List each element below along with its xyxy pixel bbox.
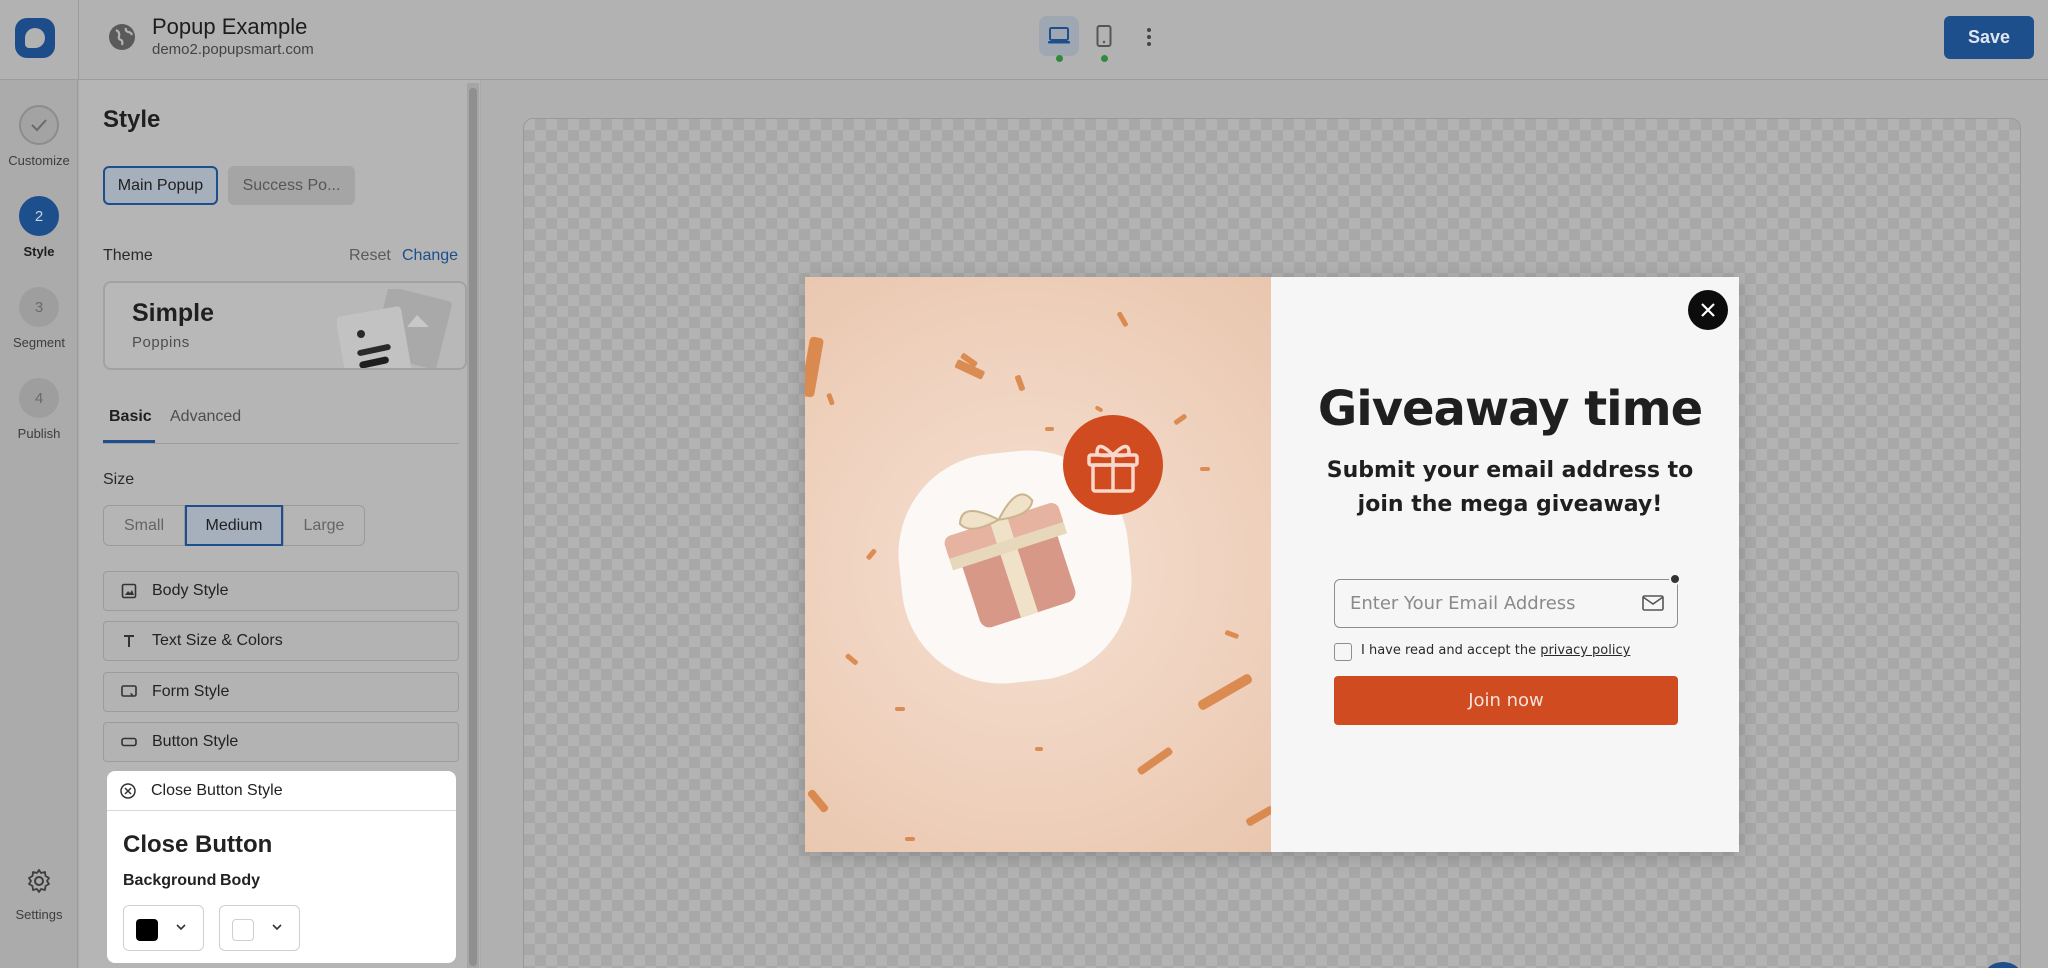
section-label: Text Size & Colors [152,632,283,649]
panel-title: Style [103,106,161,133]
step-style[interactable]: 2 Style [0,196,78,259]
theme-change-link[interactable]: Change [402,247,458,265]
join-now-button[interactable]: Join now [1334,676,1678,725]
chevron-down-icon [176,924,186,931]
more-vertical-icon [1147,28,1151,46]
desktop-view-button[interactable] [1039,16,1079,62]
divider [78,0,79,80]
popup-image [805,277,1271,852]
required-indicator [1669,573,1681,585]
background-color-picker[interactable] [123,905,204,951]
tab-main-popup[interactable]: Main Popup [103,166,218,205]
subheadline-line: Submit your email address to [1326,458,1694,483]
save-button[interactable]: Save [1944,16,2034,59]
desktop-status-dot [1056,55,1063,62]
close-icon [1701,303,1715,317]
step-number: 3 [19,287,59,327]
consent-label: I have read and accept the privacy polic… [1361,643,1630,658]
globe-icon [109,24,135,50]
site-url: demo2.popupsmart.com [152,41,314,58]
form-icon [120,683,138,701]
mail-icon [1642,595,1664,611]
step-done-circle [19,105,59,145]
section-label: Close Button Style [151,781,283,799]
close-circle-icon [119,782,137,800]
body-color-picker[interactable] [219,905,300,951]
section-label: Button Style [152,733,239,750]
theme-label: Theme [103,247,153,264]
chevron-down-icon [272,924,282,931]
email-field[interactable] [1334,579,1678,628]
gear-icon [28,869,50,893]
mobile-icon [1096,25,1112,47]
panel-scroll-thumb[interactable] [469,88,477,966]
image-icon [120,582,138,600]
mobile-view-button[interactable] [1084,16,1124,62]
step-number: 4 [19,378,59,418]
section-label: Form Style [152,683,230,700]
body-style-section[interactable]: Body Style [103,571,459,611]
button-icon [120,733,138,751]
steps-rail: Customize 2 Style 3 Segment 4 Publish Se… [0,80,78,968]
more-options-button[interactable] [1137,20,1161,54]
checkmark-icon [31,119,47,132]
form-style-section[interactable]: Form Style [103,672,459,712]
consent-text: I have read and accept the [1361,643,1541,658]
step-number: 2 [19,196,59,236]
gift-illustration [805,311,1271,841]
settings-button[interactable]: Settings [0,868,78,922]
size-medium-option[interactable]: Medium [185,505,283,546]
size-small-option[interactable]: Small [103,505,185,546]
settings-label: Settings [15,907,63,922]
theme-preview-thumbnail [337,289,452,368]
close-button-style-section: Close Button Style Close Button Backgrou… [107,771,456,963]
step-label: Segment [12,335,66,350]
step-label: Customize [8,153,70,168]
top-bar: Popup Example demo2.popupsmart.com Save [0,0,2048,80]
tab-basic[interactable]: Basic [109,408,152,426]
popup-headline: Giveaway time [1317,381,1703,437]
tab-advanced[interactable]: Advanced [170,408,241,426]
tabs-divider [103,443,459,444]
theme-font: Poppins [132,334,190,351]
privacy-policy-link[interactable]: privacy policy [1540,643,1630,658]
mobile-status-dot [1101,55,1108,62]
subheadline-line: join the mega giveaway! [1357,492,1663,517]
step-publish[interactable]: 4 Publish [0,378,78,441]
consent-checkbox[interactable] [1334,643,1352,661]
popup-subheadline: Submit your email address to join the me… [1310,454,1710,522]
close-button-style-header[interactable]: Close Button Style [107,771,456,811]
popup-title: Popup Example [152,14,308,39]
text-icon [120,632,138,650]
email-input[interactable] [1335,580,1635,627]
size-large-option[interactable]: Large [283,505,365,546]
theme-name: Simple [132,299,214,327]
background-color-swatch [136,919,158,941]
popupsmart-logo[interactable] [15,18,55,58]
body-label: Body [220,872,260,889]
desktop-icon [1048,27,1070,44]
tab-success-popup[interactable]: Success Po... [228,166,355,205]
button-style-section[interactable]: Button Style [103,722,459,762]
step-label: Style [23,244,55,259]
text-size-colors-section[interactable]: Text Size & Colors [103,621,459,661]
step-segment[interactable]: 3 Segment [0,287,78,350]
active-tab-indicator [103,440,155,443]
step-label: Publish [17,426,61,441]
theme-card[interactable]: Simple Poppins [103,281,467,370]
background-label: Background [123,872,217,889]
popup-preview: Giveaway time Submit your email address … [805,277,1739,852]
close-button-title: Close Button [123,831,273,858]
popup-close-button[interactable] [1688,290,1728,330]
theme-reset-link[interactable]: Reset [349,247,391,265]
size-label: Size [103,471,135,488]
step-customize[interactable]: Customize [0,105,78,168]
body-color-swatch [232,919,254,941]
section-label: Body Style [152,582,229,599]
